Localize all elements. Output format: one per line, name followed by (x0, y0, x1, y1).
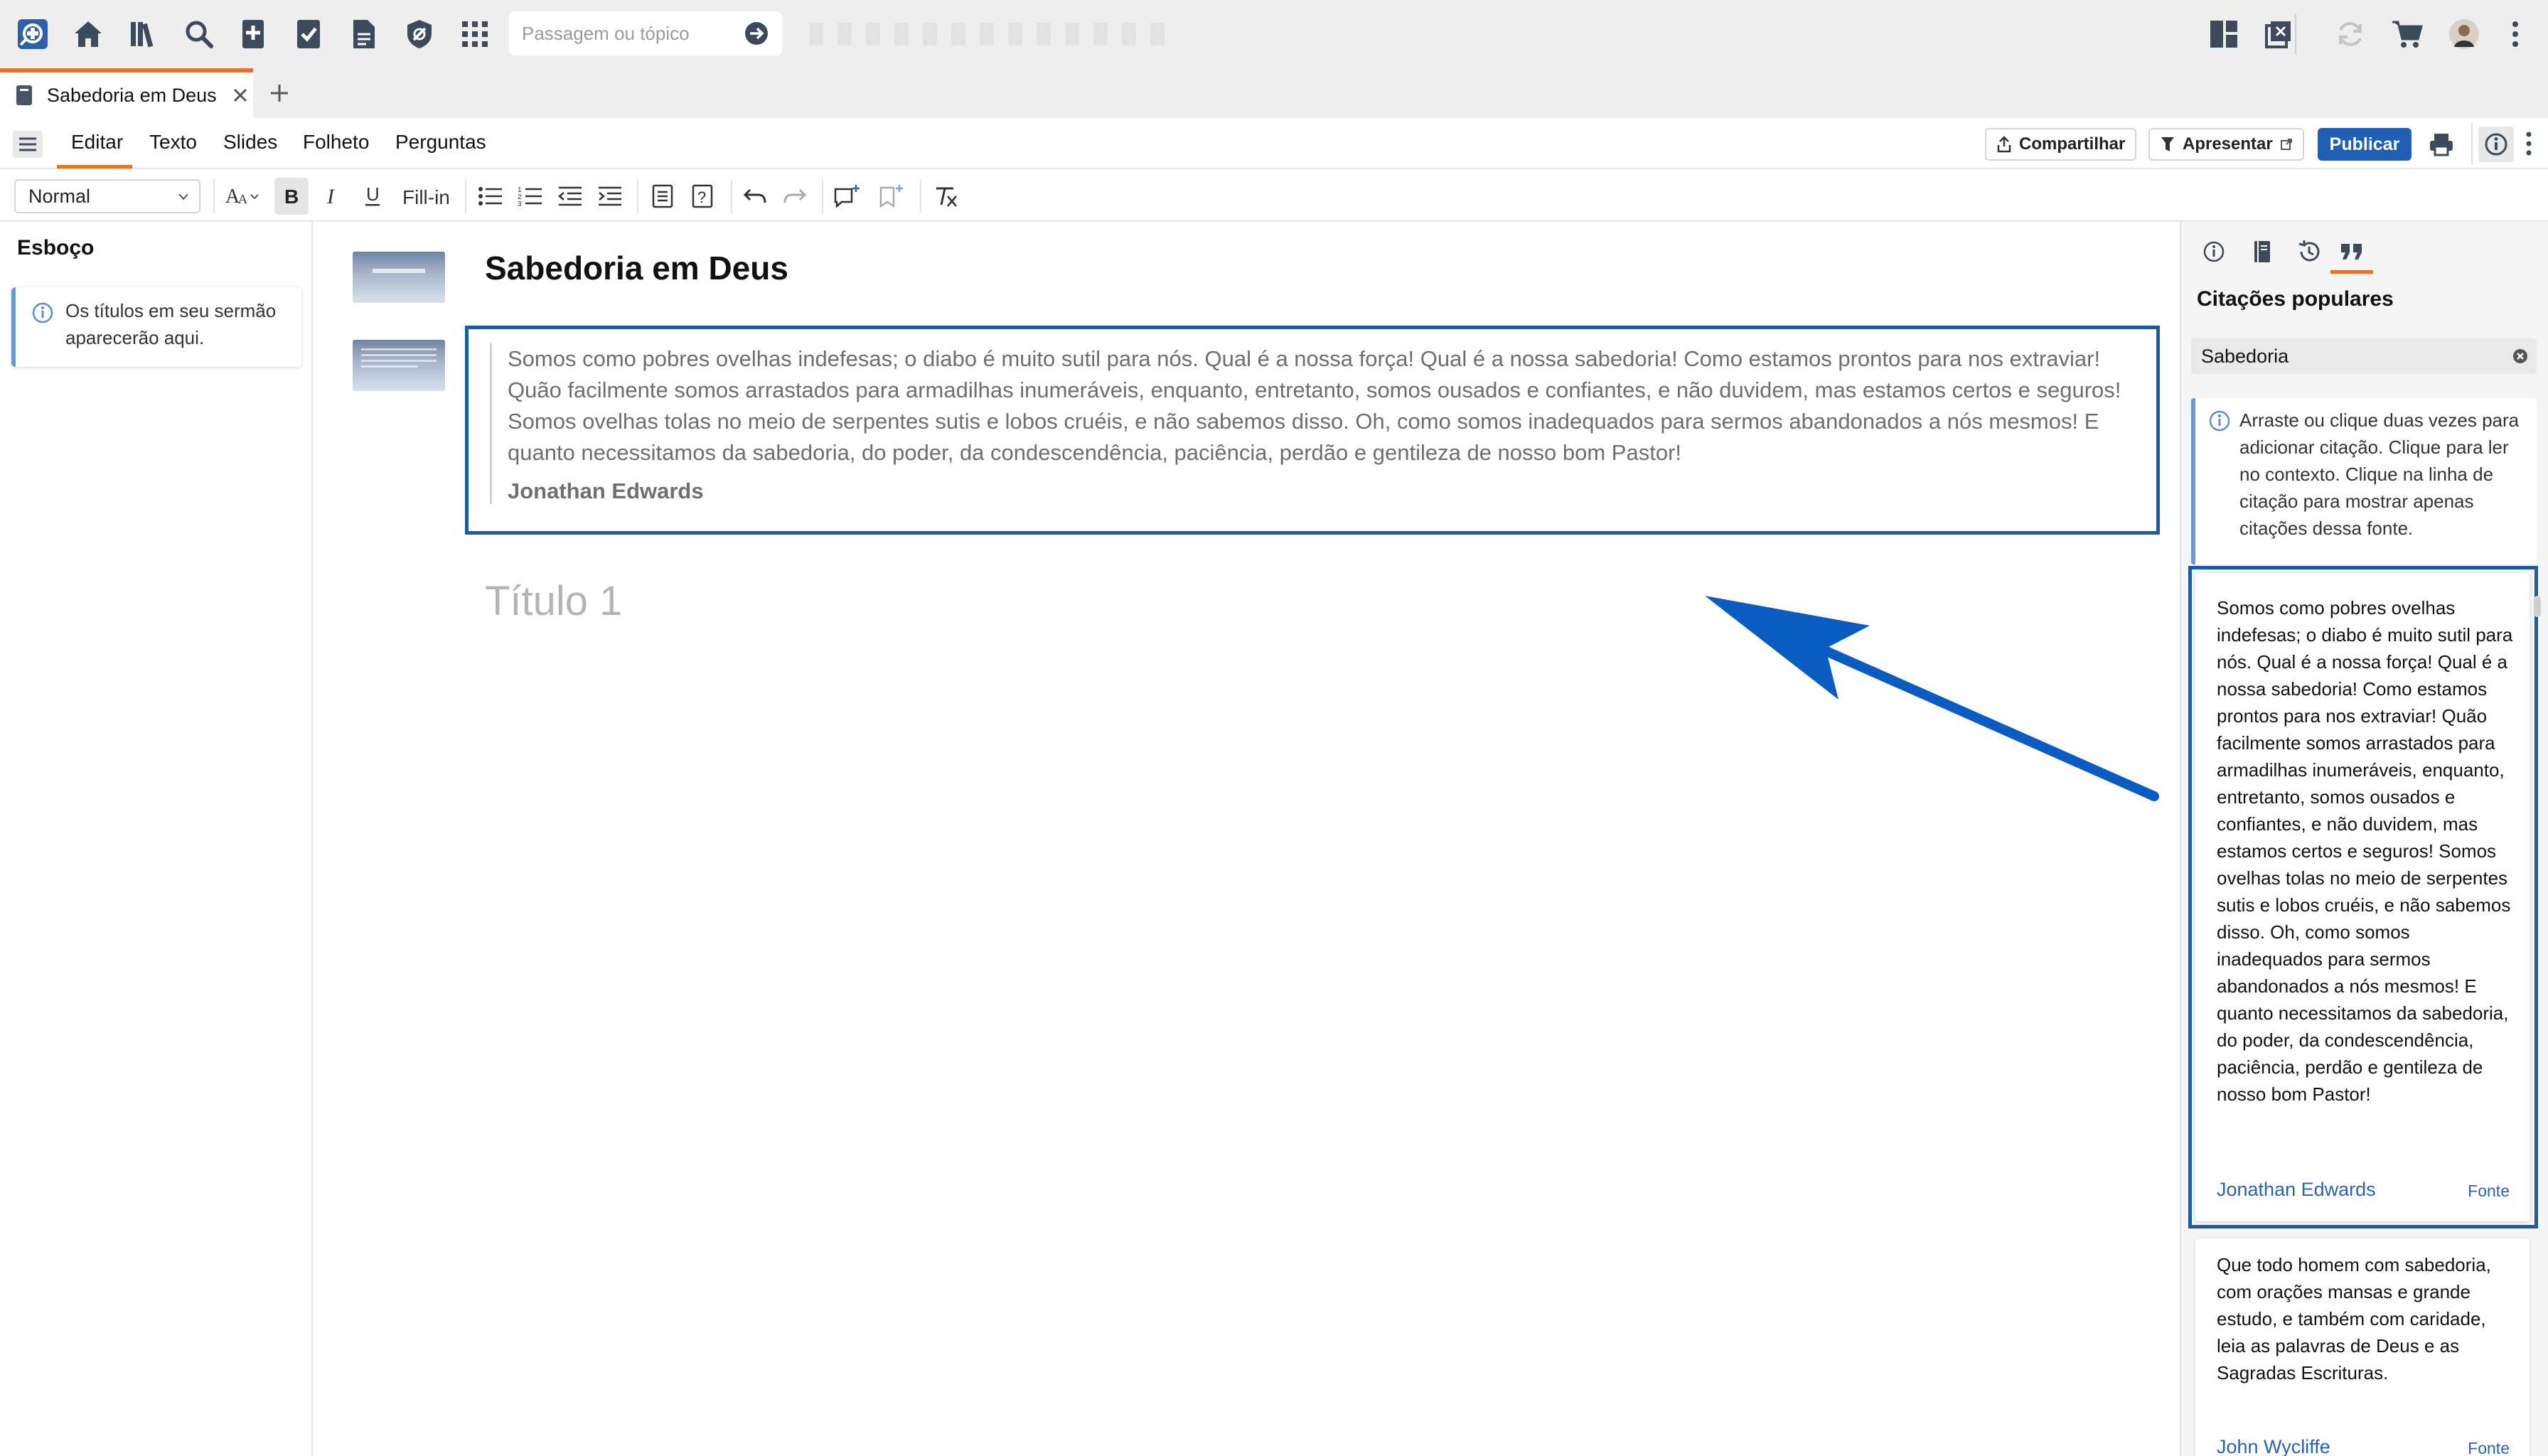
annotation-arrow-head (1705, 596, 1870, 700)
annotation-arrow (1705, 596, 2159, 801)
annotation-arrow-shaft (1815, 643, 2159, 801)
